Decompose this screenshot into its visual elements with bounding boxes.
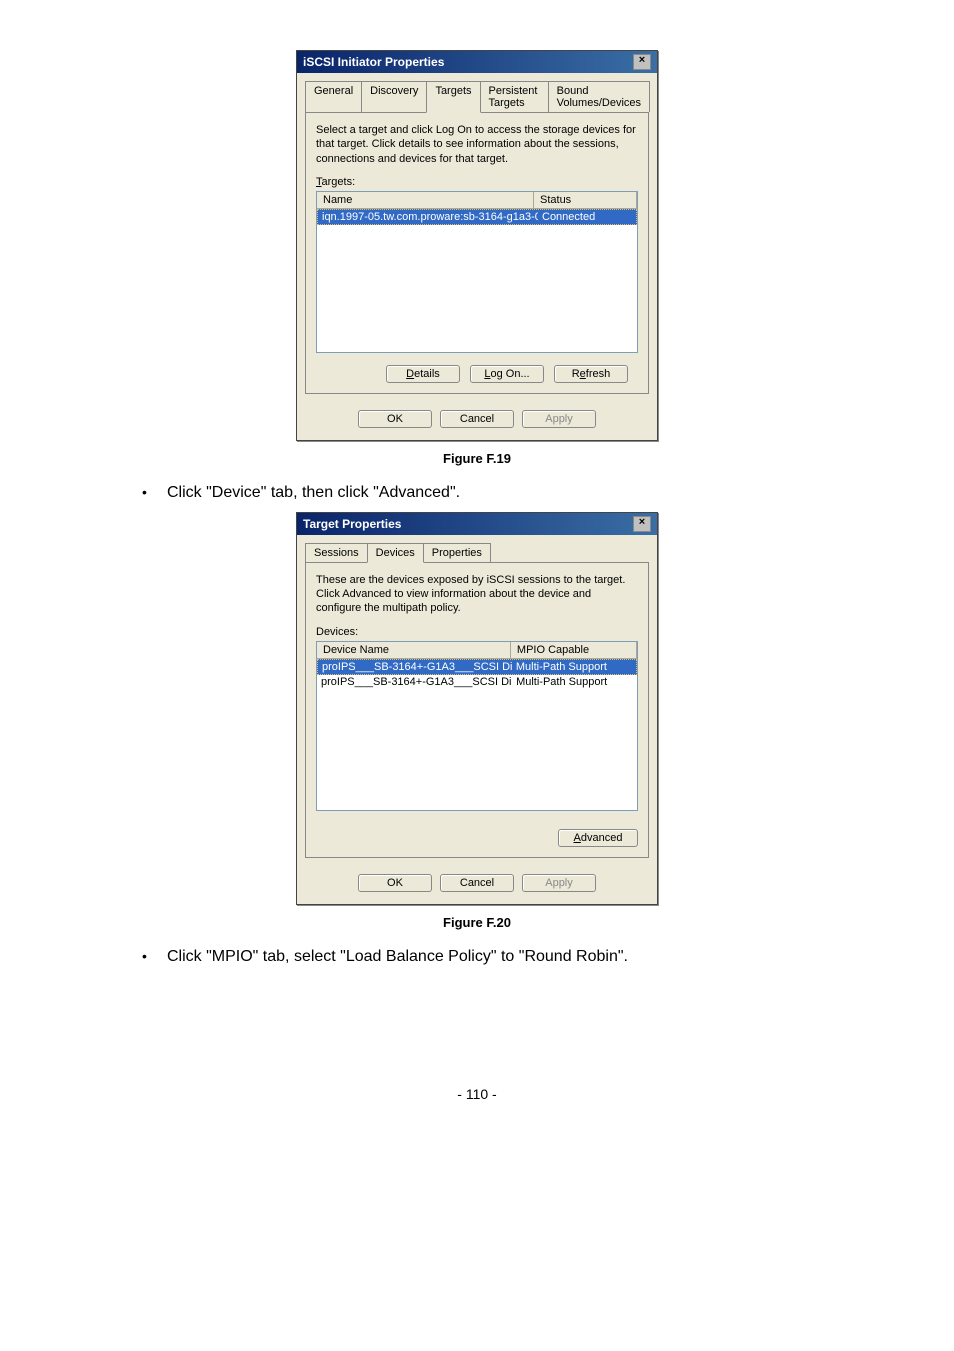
device-mpio: Multi-Path Support [512,660,636,674]
devices-listbox[interactable]: Device Name MPIO Capable proIPS___SB-316… [316,641,638,811]
figure-caption-2: Figure F.20 [80,915,874,930]
refresh-button[interactable]: Refresh [554,365,628,383]
advanced-button[interactable]: Advanced [558,829,638,847]
close-icon[interactable]: × [633,516,651,532]
ok-button[interactable]: OK [358,410,432,428]
col-name: Name [317,192,534,208]
tabs: Sessions Devices Properties [305,543,649,562]
target-name: iqn.1997-05.tw.com.proware:sb-3164-g1a3-… [318,210,538,224]
bullet-dot-icon: • [142,484,167,502]
tab-persistent-targets[interactable]: Persistent Targets [480,81,549,112]
device-row[interactable]: proIPS___SB-3164+-G1A3___SCSI Disk Devic… [317,659,637,675]
devices-label: Devices: [316,626,638,638]
device-row[interactable]: proIPS___SB-3164+-G1A3___SCSI Disk Devic… [317,675,637,689]
tab-content: Select a target and click Log On to acce… [305,112,649,394]
close-icon[interactable]: × [633,54,651,70]
apply-button[interactable]: Apply [522,410,596,428]
cancel-button[interactable]: Cancel [440,410,514,428]
action-buttons: Details Log On... Refresh [316,365,638,383]
device-mpio: Multi-Path Support [512,675,637,689]
list-header: Name Status [317,192,637,209]
device-name: proIPS___SB-3164+-G1A3___SCSI Disk Devic… [318,660,512,674]
col-status: Status [534,192,637,208]
target-row[interactable]: iqn.1997-05.tw.com.proware:sb-3164-g1a3-… [317,209,637,225]
titlebar: Target Properties × [297,513,657,535]
details-button[interactable]: Details [386,365,460,383]
tabs: General Discovery Targets Persistent Tar… [305,81,649,112]
description-text: Select a target and click Log On to acce… [316,123,638,166]
target-properties-dialog: Target Properties × Sessions Devices Pro… [296,512,658,905]
target-status: Connected [538,210,636,224]
action-buttons: Advanced [316,829,638,847]
instruction-1-text: Click "Device" tab, then click "Advanced… [167,484,460,502]
figure-caption-1: Figure F.19 [80,451,874,466]
list-header: Device Name MPIO Capable [317,642,637,659]
cancel-button[interactable]: Cancel [440,874,514,892]
description-text: These are the devices exposed by iSCSI s… [316,573,638,616]
dialog-title: iSCSI Initiator Properties [303,55,444,69]
tab-targets[interactable]: Targets [426,81,480,113]
tab-sessions[interactable]: Sessions [305,543,368,562]
tab-devices[interactable]: Devices [367,543,424,563]
iscsi-initiator-dialog: iSCSI Initiator Properties × General Dis… [296,50,658,441]
targets-listbox[interactable]: Name Status iqn.1997-05.tw.com.proware:s… [316,191,638,353]
page-number: - 110 - [80,1086,874,1102]
dialog-buttons: OK Cancel Apply [297,866,657,904]
titlebar: iSCSI Initiator Properties × [297,51,657,73]
instruction-1: • Click "Device" tab, then click "Advanc… [142,484,874,502]
tab-content: These are the devices exposed by iSCSI s… [305,562,649,858]
bullet-dot-icon: • [142,948,167,966]
tab-general[interactable]: General [305,81,362,112]
tab-properties[interactable]: Properties [423,543,491,562]
tab-discovery[interactable]: Discovery [361,81,427,112]
ok-button[interactable]: OK [358,874,432,892]
instruction-2: • Click "MPIO" tab, select "Load Balance… [142,948,874,966]
instruction-2-text: Click "MPIO" tab, select "Load Balance P… [167,948,628,966]
logon-button[interactable]: Log On... [470,365,544,383]
dialog-buttons: OK Cancel Apply [297,402,657,440]
col-device-name: Device Name [317,642,511,658]
tab-bound-volumes[interactable]: Bound Volumes/Devices [548,81,650,112]
device-name: proIPS___SB-3164+-G1A3___SCSI Disk Devic… [317,675,512,689]
dialog-title: Target Properties [303,517,401,531]
col-mpio-capable: MPIO Capable [511,642,637,658]
apply-button[interactable]: Apply [522,874,596,892]
targets-label: Targets: [316,176,638,188]
